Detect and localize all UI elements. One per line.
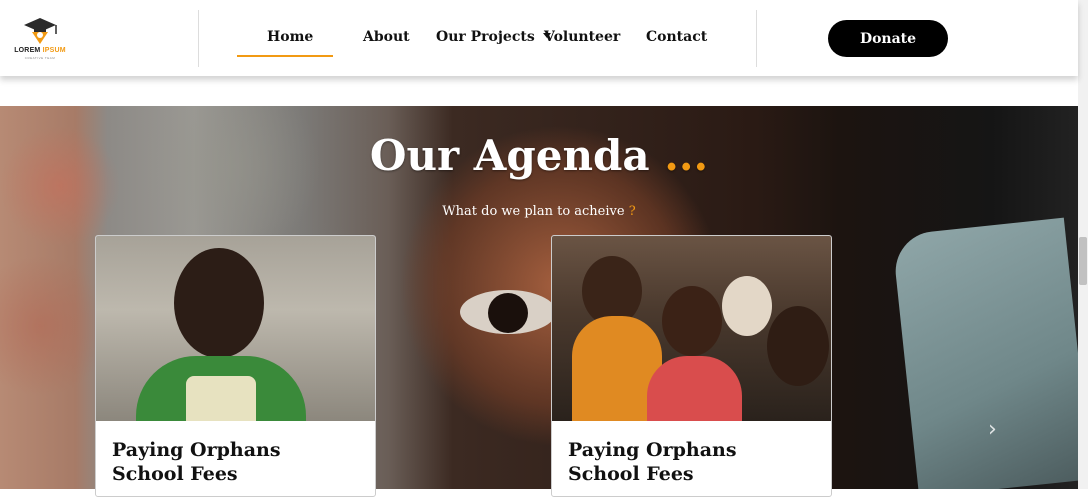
nav-about[interactable]: About [363, 29, 410, 45]
logo-wordmark: LOREM IPSUM [14, 47, 66, 54]
card-photo-boy [96, 236, 375, 421]
agenda-card[interactable]: Paying Orphans School Fees [95, 235, 376, 497]
nav-our-projects-label: Our Projects [436, 29, 535, 45]
nav-home[interactable]: Home [267, 29, 313, 45]
hero-title: Our Agenda ... [369, 131, 709, 180]
donate-button[interactable]: Donate [828, 20, 948, 57]
nav-contact[interactable]: Contact [646, 29, 707, 45]
headwrap [722, 276, 772, 336]
logo-tagline: CREATIVE TEAM [24, 56, 56, 60]
card-photo-children [552, 236, 831, 421]
graduation-cap-icon [24, 18, 57, 44]
agenda-card[interactable]: Paying Orphans School Fees [551, 235, 832, 497]
boy-shirt [186, 376, 256, 421]
nav-volunteer[interactable]: Volunteer [544, 29, 620, 45]
header-divider-right [756, 10, 757, 67]
logo[interactable]: LOREM IPSUM CREATIVE TEAM [14, 16, 66, 62]
girl-dress [647, 356, 742, 421]
nav-active-indicator [237, 55, 333, 57]
site-header: LOREM IPSUM CREATIVE TEAM Home About Our… [0, 0, 1078, 76]
hero-cloth [891, 217, 1078, 489]
scrollbar[interactable] [1078, 0, 1088, 489]
scrollbar-thumb[interactable] [1079, 237, 1087, 285]
hero-eye-left [460, 290, 556, 334]
card-title: Paying Orphans School Fees [568, 439, 737, 485]
hero-subtitle: What do we plan to acheive ? [442, 204, 636, 219]
boy-head [174, 248, 264, 358]
girl-head [662, 286, 722, 356]
chevron-right-icon[interactable]: › [988, 417, 997, 442]
nav-our-projects[interactable]: Our Projects [436, 29, 551, 45]
card-title: Paying Orphans School Fees [112, 439, 281, 485]
header-divider-left [198, 10, 199, 67]
child-face-right [767, 306, 829, 386]
